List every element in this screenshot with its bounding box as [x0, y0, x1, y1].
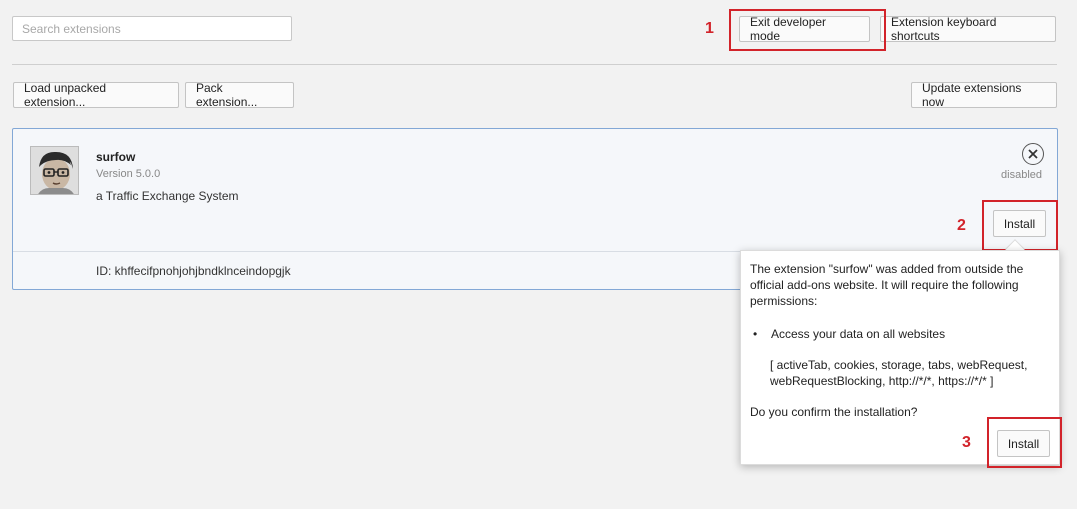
- pack-extension-button[interactable]: Pack extension...: [185, 81, 294, 109]
- annotation-number-2: 2: [957, 217, 966, 234]
- close-icon: [1028, 149, 1038, 159]
- extension-description: a Traffic Exchange System: [96, 189, 239, 203]
- extension-avatar-icon: [30, 146, 79, 195]
- search-input[interactable]: [12, 16, 292, 41]
- extensions-page: Exit developer mode Extension keyboard s…: [0, 0, 1077, 509]
- extension-version: Version 5.0.0: [96, 168, 161, 180]
- extension-status: disabled: [1001, 169, 1042, 181]
- header-divider: [12, 64, 1057, 65]
- extension-name: surfow: [96, 150, 136, 164]
- permission-label: Access your data on all websites: [771, 327, 946, 341]
- popup-message: The extension "surfow" was added from ou…: [750, 262, 1024, 308]
- load-unpacked-extension-button[interactable]: Load unpacked extension...: [13, 81, 179, 109]
- permission-detail: [ activeTab, cookies, storage, tabs, web…: [770, 358, 1028, 388]
- update-extensions-button[interactable]: Update extensions now: [911, 81, 1057, 109]
- annotation-number-1: 1: [705, 20, 714, 37]
- extension-id: ID: khffecifpnohjohjbndklnceindopgjk: [96, 264, 291, 278]
- confirm-install-button[interactable]: Install: [997, 430, 1050, 457]
- bullet: •: [753, 327, 758, 341]
- permission-item: • Access your data on all websites: [753, 326, 1053, 342]
- permission-list: • Access your data on all websites: [753, 326, 1053, 342]
- extension-keyboard-shortcuts-button[interactable]: Extension keyboard shortcuts: [880, 15, 1056, 43]
- remove-extension-button[interactable]: [1022, 143, 1044, 165]
- install-button[interactable]: Install: [993, 210, 1046, 237]
- confirm-question: Do you confirm the installation?: [750, 405, 918, 419]
- exit-developer-mode-button[interactable]: Exit developer mode: [739, 15, 870, 43]
- annotation-number-3: 3: [962, 434, 971, 451]
